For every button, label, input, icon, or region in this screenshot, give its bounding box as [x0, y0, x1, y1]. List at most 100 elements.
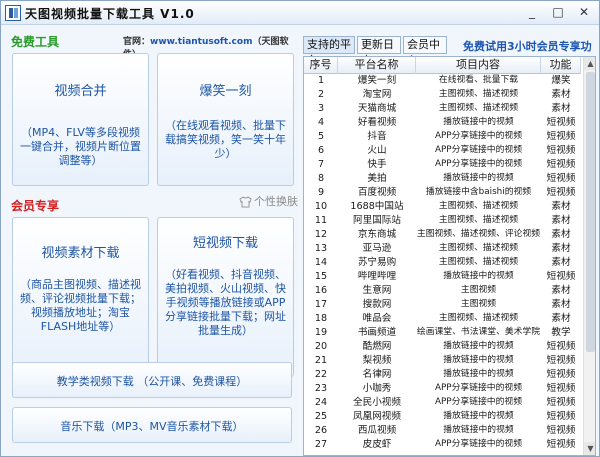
table-row[interactable]: 10 1688中国站 主图视频、描述视频 素材	[304, 200, 581, 214]
cell-platform: 百度视频	[357, 187, 397, 198]
table-row[interactable]: 14 苏宁易购 主图视频、描述视频 素材	[304, 256, 581, 270]
cell-platform: 天猫商城	[357, 103, 397, 114]
table-row[interactable]: 12 京东商城 主图视频、描述视频、评论视频 素材	[304, 228, 581, 242]
table-row[interactable]: 13 亚马逊 主图视频、描述视频 素材	[304, 242, 581, 256]
vertical-scrollbar[interactable]: ▲ ▼	[583, 57, 595, 455]
column-header-content[interactable]: 项目内容	[416, 57, 541, 74]
cell-content: 播放链接中的视频	[443, 369, 514, 379]
site-prefix: 官网：	[123, 37, 151, 47]
cell-function: 素材	[551, 299, 571, 310]
table-row[interactable]: 15 哔哩哔哩 播放链接中的视频 短视频	[304, 270, 581, 284]
music-download-button[interactable]: 音乐下载（MP3、MV音乐素材下载）	[12, 407, 292, 443]
table-row[interactable]: 4 好看视频 播放链接中的视频 短视频	[304, 116, 581, 130]
cell-platform: 凤凰网视频	[353, 411, 401, 422]
column-header-function[interactable]: 功能	[541, 57, 581, 74]
site-url-link[interactable]: www.tiantusoft.com	[150, 37, 252, 47]
column-header-platform[interactable]: 平台名称	[338, 57, 416, 74]
table-row[interactable]: 21 梨视频 播放链接中的视频 短视频	[304, 354, 581, 368]
table-row[interactable]: 17 搜款网 主图视频 素材	[304, 298, 581, 312]
cell-index: 25	[314, 411, 328, 422]
cell-index: 24	[314, 397, 328, 408]
tab-supported-platforms[interactable]: 支持的平台	[303, 36, 355, 67]
table-row[interactable]: 23 小咖秀 APP分享链接中的视频 短视频	[304, 382, 581, 396]
table-row[interactable]: 2 淘宝网 主图视频、描述视频 素材	[304, 88, 581, 102]
shirt-icon	[239, 196, 252, 208]
table-row[interactable]: 6 火山 APP分享链接中的视频 短视频	[304, 144, 581, 158]
scroll-up-icon[interactable]: ▲	[584, 57, 595, 70]
table-row[interactable]: 18 唯品会 主图视频、描述视频 素材	[304, 312, 581, 326]
table-row[interactable]: 7 快手 APP分享链接中的视频 短视频	[304, 158, 581, 172]
cell-platform: 西瓜视频	[357, 425, 397, 436]
cell-function: 短视频	[546, 355, 576, 366]
table-row[interactable]: 22 名律网 播放链接中的视频 短视频	[304, 368, 581, 382]
cell-index: 13	[314, 243, 328, 254]
short-video-download-button[interactable]: 短视频下载 （好看视频、抖音视频、美拍视频、火山视频、快手视频等播放链接或APP…	[157, 217, 294, 377]
tab-member-center[interactable]: 会员中心	[403, 36, 447, 67]
table-row[interactable]: 8 美拍 播放链接中的视频 短视频	[304, 172, 581, 186]
column-header-index[interactable]: 序号	[304, 57, 338, 74]
cell-content: APP分享链接中的视频	[434, 131, 522, 141]
cell-platform: 酷燃网	[362, 341, 392, 352]
tile-title: 音乐下载（MP3、MV音乐素材下载）	[60, 420, 244, 433]
title-bar: 天图视频批量下载工具 V1.0 _ □ ✕	[1, 1, 599, 25]
cell-function: 短视频	[546, 341, 576, 352]
close-button[interactable]: ✕	[571, 2, 597, 22]
cell-content: 主图视频、描述视频	[438, 89, 519, 99]
cell-content: 播放链接中的视频	[443, 271, 514, 281]
table-row[interactable]: 27 皮皮虾 APP分享链接中的视频 短视频	[304, 438, 581, 452]
table-row[interactable]: 19 书画频道 绘画课堂、书法课堂、美术学院 教学	[304, 326, 581, 340]
cell-index: 27	[314, 439, 328, 450]
cell-function: 短视频	[546, 187, 576, 198]
cell-platform: 书画频道	[357, 327, 397, 338]
free-tools-label: 免费工具	[11, 35, 60, 49]
cell-platform: 快手	[367, 159, 387, 170]
cell-function: 短视频	[546, 131, 576, 142]
tile-title: 视频素材下载	[41, 246, 120, 261]
table-row[interactable]: 24 全民小视频 APP分享链接中的视频 短视频	[304, 396, 581, 410]
tab-update-log[interactable]: 更新日志	[357, 36, 401, 67]
cell-platform: 皮皮虾	[362, 439, 392, 450]
cell-platform: 美拍	[367, 173, 387, 184]
platform-table: 序号 平台名称 项目内容 功能 1 爆笑一刻 在线视看、批量下载 爆笑 2 淘宝网 主图视频…	[303, 56, 596, 456]
cell-function: 素材	[551, 257, 571, 268]
table-row[interactable]: 20 酷燃网 播放链接中的视频 短视频	[304, 340, 581, 354]
scrollbar-thumb[interactable]	[586, 72, 595, 352]
teaching-video-download-button[interactable]: 教学类视频下载 （公开课、免费课程）	[12, 362, 292, 398]
cell-function: 素材	[551, 285, 571, 296]
cell-platform: 爆笑一刻	[357, 75, 397, 86]
tile-title: 爆笑一刻	[199, 84, 252, 99]
cell-platform: 唯品会	[362, 313, 392, 324]
cell-index: 23	[314, 383, 328, 394]
cell-content: 主图视频、描述视频	[438, 215, 519, 225]
video-merge-button[interactable]: 视频合并 （MP4、FLV等多段视频一键合并，视频片断位置调整等）	[12, 53, 149, 186]
cell-function: 短视频	[546, 271, 576, 282]
cell-content: 播放链接中的视频	[443, 355, 514, 365]
cell-platform: 哔哩哔哩	[357, 271, 397, 282]
table-row[interactable]: 26 西瓜视频 播放链接中的视频 短视频	[304, 424, 581, 438]
table-row[interactable]: 25 凤凰网视频 播放链接中的视频 短视频	[304, 410, 581, 424]
cell-index: 16	[314, 285, 328, 296]
cell-function: 素材	[551, 229, 571, 240]
table-row[interactable]: 1 爆笑一刻 在线视看、批量下载 爆笑	[304, 74, 581, 88]
cell-function: 素材	[551, 215, 571, 226]
table-row[interactable]: 3 天猫商城 主图视频、描述视频 素材	[304, 102, 581, 116]
cell-index: 1	[317, 75, 325, 86]
funny-moment-button[interactable]: 爆笑一刻 （在线观看视频、批量下载搞笑视频，笑一笑十年少）	[157, 53, 294, 186]
cell-function: 短视频	[546, 425, 576, 436]
material-video-download-button[interactable]: 视频素材下载 （商品主图视频、描述视频、评论视频批量下载；视频播放地址；淘宝FL…	[12, 217, 149, 377]
table-row[interactable]: 9 百度视频 播放链接中含baishi的视频 短视频	[304, 186, 581, 200]
table-row[interactable]: 5 抖音 APP分享链接中的视频 短视频	[304, 130, 581, 144]
cell-content: 主图视频、描述视频	[438, 103, 519, 113]
cell-index: 6	[317, 145, 325, 156]
cell-platform: 全民小视频	[353, 397, 401, 408]
table-row[interactable]: 11 阿里国际站 主图视频、描述视频 素材	[304, 214, 581, 228]
cell-content: 主图视频	[460, 285, 497, 295]
cell-index: 26	[314, 425, 328, 436]
skin-change-button[interactable]: 个性换肤	[239, 193, 298, 211]
maximize-button[interactable]: □	[545, 2, 571, 22]
cell-content: APP分享链接中的视频	[434, 439, 522, 449]
minimize-button[interactable]: _	[519, 2, 545, 22]
cell-function: 短视频	[546, 411, 576, 422]
scroll-down-icon[interactable]: ▼	[584, 442, 595, 455]
table-row[interactable]: 16 生意网 主图视频 素材	[304, 284, 581, 298]
